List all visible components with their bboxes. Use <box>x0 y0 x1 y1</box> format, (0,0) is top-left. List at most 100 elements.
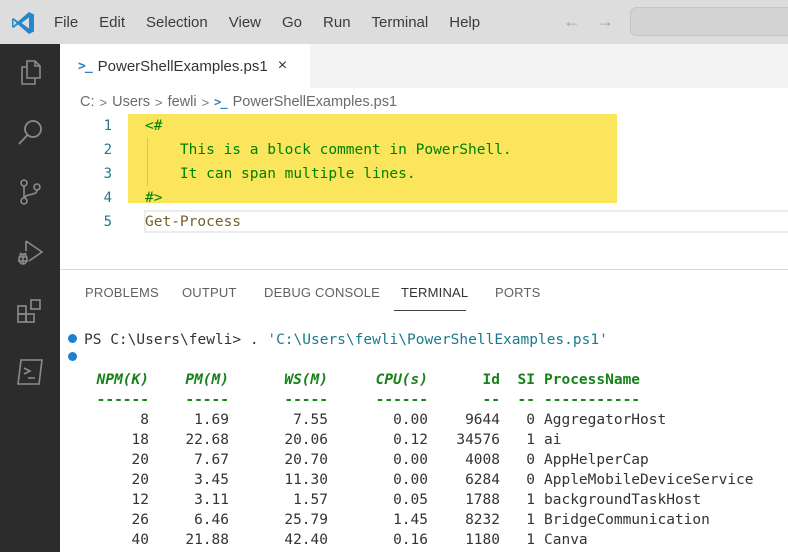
column-underline: ----- <box>284 392 328 408</box>
cell-cpu: 0.00 <box>393 452 428 468</box>
column-underline: ------ <box>375 392 428 408</box>
column-underline: -- <box>482 392 500 408</box>
breadcrumb-item-fewli[interactable]: fewli <box>168 94 197 110</box>
cell-cpu: 0.12 <box>393 432 428 448</box>
editor-line: 5 Get-Process <box>60 210 788 234</box>
cell-si: 0 <box>526 452 535 468</box>
column-underline: ----- <box>185 392 229 408</box>
cell-si: 0 <box>526 412 535 428</box>
menu-terminal[interactable]: Terminal <box>372 14 429 31</box>
terminal[interactable]: PS C:\Users\fewli> . 'C:\Users\fewli\Pow… <box>60 328 788 552</box>
cell-process-name: backgroundTaskHost <box>544 492 702 508</box>
column-underline: ----------- <box>544 392 641 408</box>
cell-si: 1 <box>526 512 535 528</box>
arrow-right-icon[interactable]: → <box>596 11 614 32</box>
breadcrumb-item-drive[interactable]: C: <box>80 94 95 110</box>
cell-id: 4008 <box>465 452 500 468</box>
chevron-right-icon: > <box>201 94 210 110</box>
cell-cpu: 1.45 <box>393 512 428 528</box>
editor-line: 2 This is a block comment in PowerShell. <box>60 138 788 162</box>
powershell-file-icon: >_ <box>78 58 93 74</box>
line-number: 2 <box>103 142 112 158</box>
editor-line: 4 #> <box>60 186 788 210</box>
source-control-icon[interactable] <box>14 176 46 208</box>
tab-label: PowerShellExamples.ps1 <box>97 57 268 75</box>
cell-npm: 20 <box>131 472 149 488</box>
prompt: PS C:\Users\fewli> <box>84 332 250 348</box>
column-header-ws: WS(M) <box>284 372 328 388</box>
vscode-logo-icon[interactable] <box>10 10 36 36</box>
extensions-icon[interactable] <box>14 296 46 328</box>
tab-debug-console[interactable]: DEBUG CONSOLE <box>264 285 380 300</box>
cell-ws: 42.40 <box>284 532 328 548</box>
command-argument: 'C:\Users\fewli\PowerShellExamples.ps1' <box>267 332 608 348</box>
code-text: It can span multiple lines. <box>145 166 416 182</box>
cell-ws: 20.06 <box>284 432 328 448</box>
menu-selection[interactable]: Selection <box>146 14 208 31</box>
arrow-left-icon[interactable]: ← <box>563 11 581 32</box>
tab-output[interactable]: OUTPUT <box>182 285 237 300</box>
cell-cpu: 0.00 <box>393 412 428 428</box>
editor-tab-bar: >_ PowerShellExamples.ps1 × <box>60 44 788 88</box>
breadcrumb-item-users[interactable]: Users <box>112 94 150 110</box>
cell-process-name: ai <box>544 432 562 448</box>
cell-process-name: AppleMobileDeviceService <box>544 472 754 488</box>
line-number: 4 <box>103 190 112 206</box>
menu-help[interactable]: Help <box>449 14 480 31</box>
tab-problems[interactable]: PROBLEMS <box>85 285 159 300</box>
menu-bar: File Edit Selection View Go Run Terminal… <box>54 0 501 44</box>
cell-npm: 26 <box>131 512 149 528</box>
search-icon[interactable] <box>14 116 46 148</box>
cell-pm: 7.67 <box>194 452 229 468</box>
title-bar: File Edit Selection View Go Run Terminal… <box>0 0 788 44</box>
cell-npm: 20 <box>131 452 149 468</box>
terminal-icon[interactable] <box>14 356 46 388</box>
menu-view[interactable]: View <box>229 14 261 31</box>
powershell-file-icon: >_ <box>214 95 227 109</box>
cell-id: 9644 <box>465 412 500 428</box>
cell-process-name: BridgeCommunication <box>544 512 710 528</box>
cell-pm: 22.68 <box>185 432 229 448</box>
code-text: Get-Process <box>145 214 242 230</box>
command: . <box>249 332 268 348</box>
close-icon[interactable]: × <box>278 57 287 75</box>
tab-ports[interactable]: PORTS <box>495 285 541 300</box>
command-status-dot[interactable] <box>68 352 77 361</box>
editor-line: 1 <# <box>60 114 788 138</box>
command-status-dot[interactable] <box>68 334 77 343</box>
cell-si: 1 <box>526 432 535 448</box>
cell-cpu: 0.05 <box>393 492 428 508</box>
code-text: #> <box>145 190 163 206</box>
menu-edit[interactable]: Edit <box>99 14 125 31</box>
tab-powershell-examples[interactable]: >_ PowerShellExamples.ps1 × <box>60 44 310 88</box>
breadcrumb-item-file[interactable]: PowerShellExamples.ps1 <box>233 94 397 110</box>
panel-tab-bar: PROBLEMS OUTPUT DEBUG CONSOLE TERMINAL P… <box>60 270 788 314</box>
cell-ws: 20.70 <box>284 452 328 468</box>
code-text: This is a block comment in PowerShell. <box>145 142 512 158</box>
cell-process-name: AggregatorHost <box>544 412 667 428</box>
menu-file[interactable]: File <box>54 14 78 31</box>
editor-line: 3 It can span multiple lines. <box>60 162 788 186</box>
cell-pm: 3.45 <box>194 472 229 488</box>
menu-run[interactable]: Run <box>323 14 351 31</box>
code-editor[interactable]: 1 <# 2 This is a block comment in PowerS… <box>60 114 788 264</box>
column-underline: -- <box>517 392 535 408</box>
column-header-pm: PM(M) <box>185 372 229 388</box>
cell-ws: 7.55 <box>293 412 328 428</box>
column-header-id: Id <box>482 372 500 388</box>
menu-go[interactable]: Go <box>282 14 302 31</box>
command-center-search[interactable] <box>630 7 788 36</box>
cell-pm: 3.11 <box>194 492 229 508</box>
files-icon[interactable] <box>14 56 46 88</box>
activity-bar <box>0 44 60 552</box>
line-number: 5 <box>103 214 112 230</box>
cell-si: 1 <box>526 492 535 508</box>
column-header-si: SI <box>517 372 535 388</box>
run-debug-icon[interactable] <box>14 236 46 268</box>
cell-ws: 25.79 <box>284 512 328 528</box>
tab-terminal[interactable]: TERMINAL <box>401 285 468 300</box>
cell-npm: 12 <box>131 492 149 508</box>
cell-cpu: 0.00 <box>393 472 428 488</box>
cell-process-name: AppHelperCap <box>544 452 649 468</box>
cell-id: 1788 <box>465 492 500 508</box>
